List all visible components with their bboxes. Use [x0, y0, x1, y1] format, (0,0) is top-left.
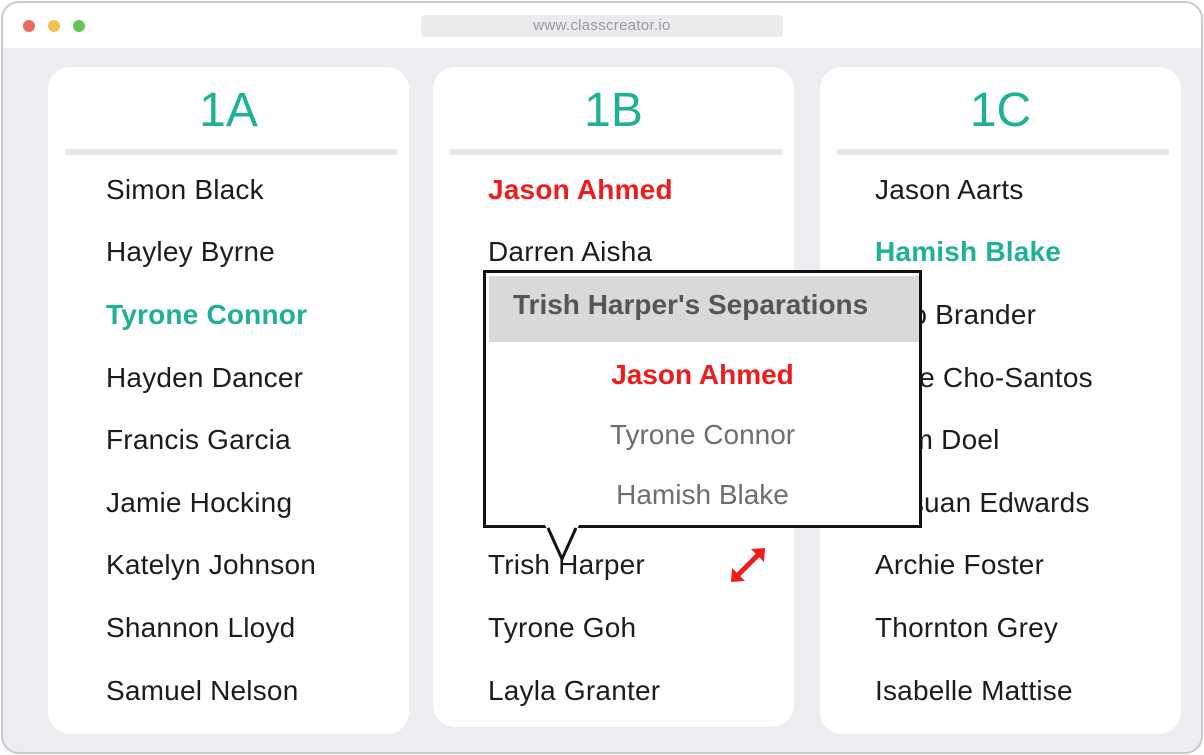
minimize-window-button[interactable]: [48, 20, 60, 32]
student-item[interactable]: Hayden Dancer: [106, 361, 303, 395]
separations-popup-header: Trish Harper's Separations: [489, 276, 919, 342]
student-item[interactable]: Isabelle Mattise: [875, 674, 1073, 708]
separation-item[interactable]: Hamish Blake: [486, 478, 919, 512]
class-title: 1B: [584, 84, 643, 137]
student-item[interactable]: Tyrone Goh: [488, 611, 636, 645]
popup-pointer: [545, 525, 579, 563]
student-item[interactable]: Samuel Nelson: [106, 674, 298, 708]
class-title-divider: [450, 149, 782, 155]
browser-titlebar: www.classcreator.io: [3, 3, 1201, 48]
separations-popup: Trish Harper's Separations Jason Ahmed T…: [483, 270, 922, 528]
separation-item[interactable]: Jason Ahmed: [486, 358, 919, 392]
student-item[interactable]: Jason Ahmed: [488, 173, 673, 207]
student-item[interactable]: Simon Black: [106, 173, 264, 207]
student-item[interactable]: Tyrone Connor: [106, 298, 307, 332]
class-title: 1A: [199, 84, 258, 137]
student-item[interactable]: Shannon Lloyd: [106, 611, 295, 645]
student-item[interactable]: Thornton Grey: [875, 611, 1058, 645]
class-title: 1C: [969, 84, 1032, 137]
student-item[interactable]: Layla Granter: [488, 674, 660, 708]
swap-arrows-icon[interactable]: [729, 546, 767, 584]
student-item[interactable]: Francis Garcia: [106, 423, 291, 457]
student-item[interactable]: Jamie Hocking: [106, 486, 292, 520]
address-bar[interactable]: www.classcreator.io: [421, 15, 783, 37]
student-item[interactable]: Archie Foster: [875, 548, 1044, 582]
student-item[interactable]: Darren Aisha: [488, 235, 652, 269]
browser-window: www.classcreator.io 1A Simon Black Hayle…: [1, 1, 1203, 754]
class-title-divider: [837, 149, 1169, 155]
student-item[interactable]: Hayley Byrne: [106, 235, 275, 269]
close-window-button[interactable]: [23, 20, 35, 32]
separation-item[interactable]: Tyrone Connor: [486, 418, 919, 452]
student-item[interactable]: Katelyn Johnson: [106, 548, 316, 582]
separations-popup-title: Trish Harper's Separations: [513, 289, 869, 320]
class-title-divider: [65, 149, 397, 155]
student-item[interactable]: Hamish Blake: [875, 235, 1061, 269]
maximize-window-button[interactable]: [73, 20, 85, 32]
student-item[interactable]: Jason Aarts: [875, 173, 1024, 207]
